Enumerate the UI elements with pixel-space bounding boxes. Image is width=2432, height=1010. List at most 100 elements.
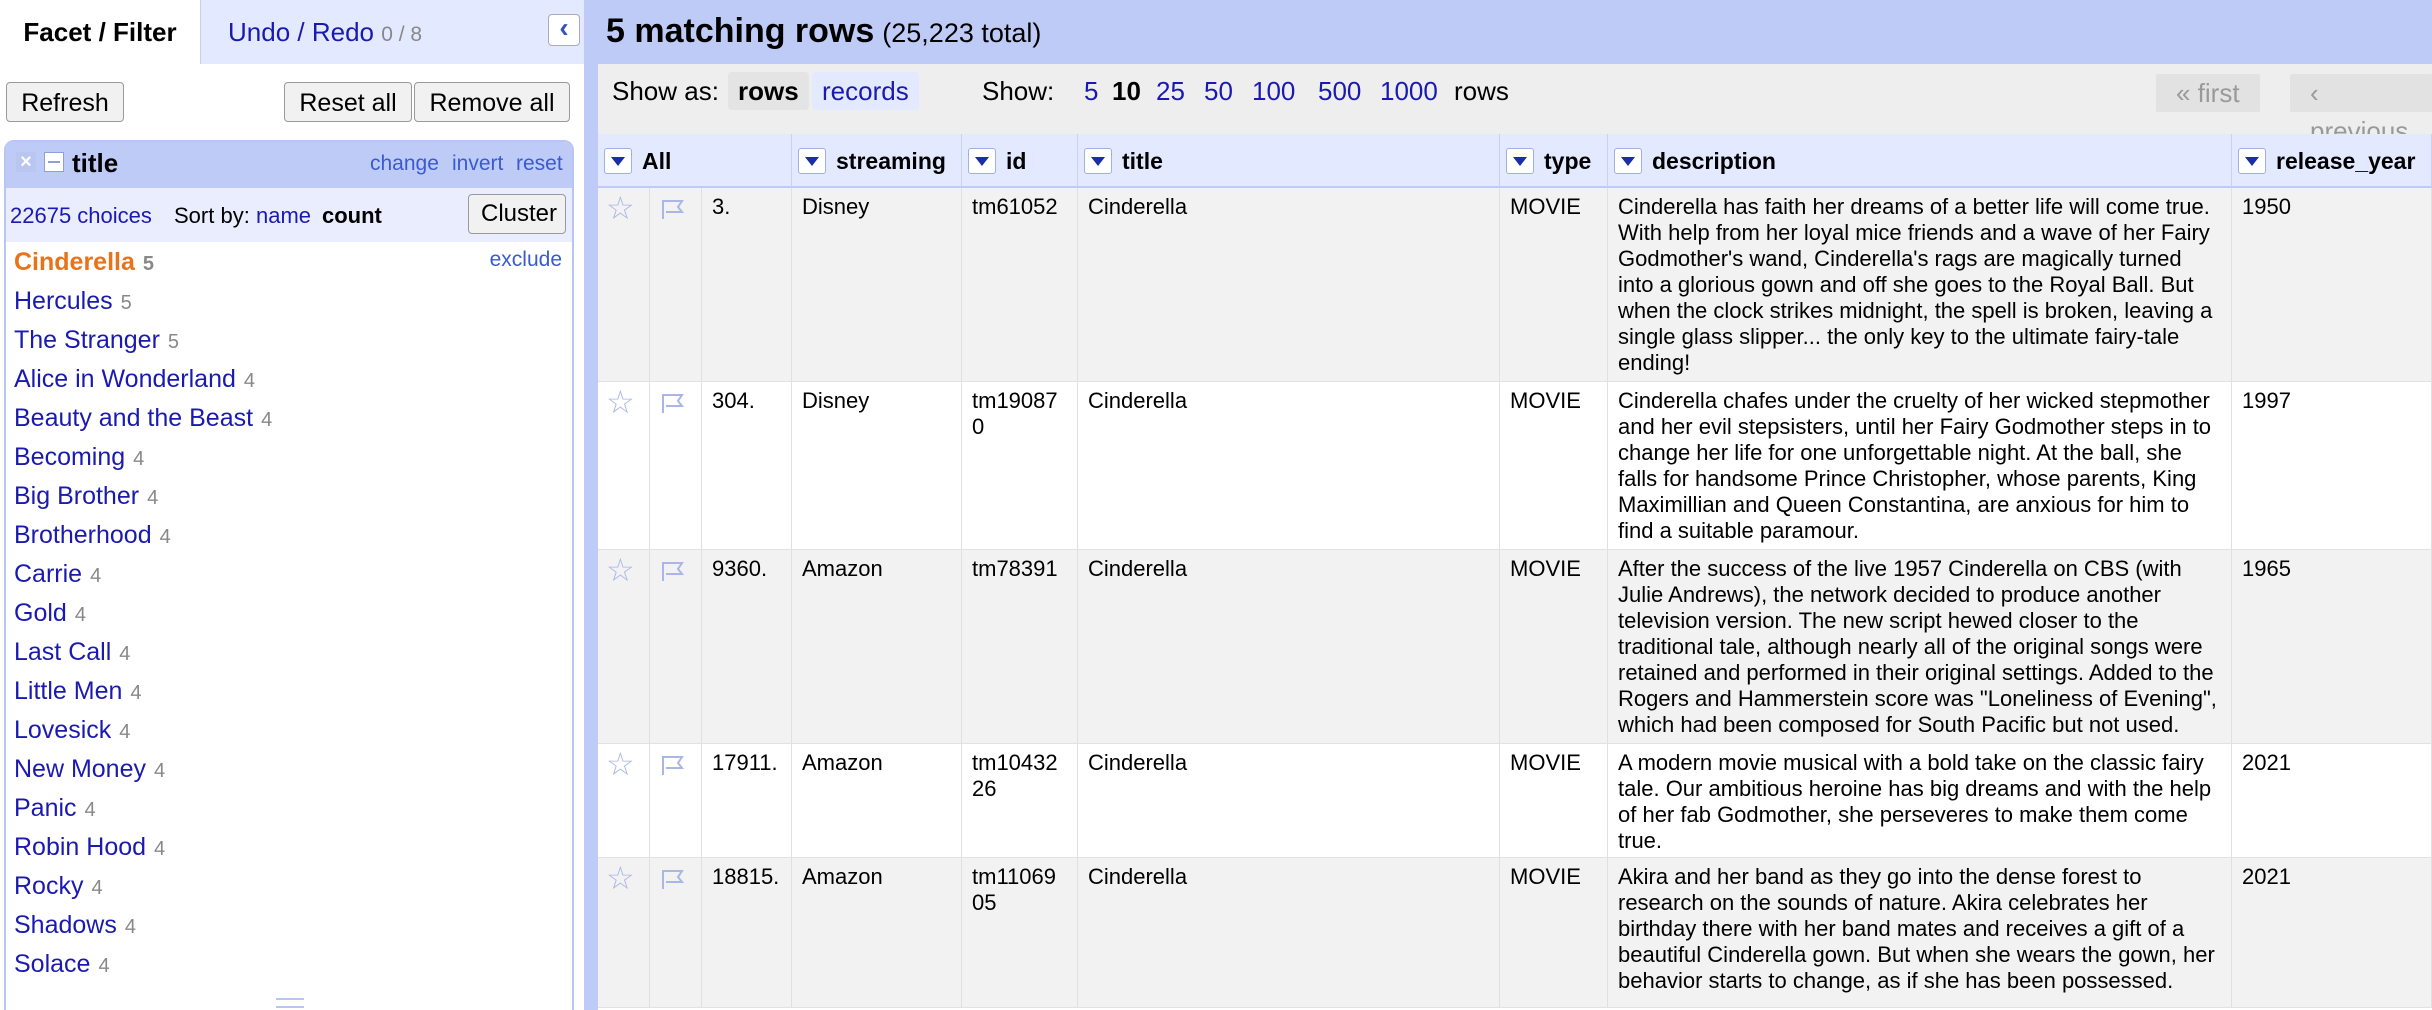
facet-change-link[interactable]: change — [370, 152, 439, 176]
page-size-5[interactable]: 5 — [1084, 76, 1098, 107]
cell-type[interactable]: MOVIE — [1500, 382, 1608, 549]
flag-icon[interactable] — [660, 198, 686, 220]
tab-facet-filter[interactable]: Facet / Filter — [0, 0, 201, 64]
facet-choice-label[interactable]: Panic 4 — [14, 794, 96, 823]
facet-choice[interactable]: Carrie 4 — [6, 554, 572, 593]
sort-by-name-link[interactable]: name — [256, 203, 311, 229]
cell-description[interactable]: Cinderella chafes under the cruelty of h… — [1608, 382, 2232, 549]
facet-choice[interactable]: Alice in Wonderland 4 — [6, 359, 572, 398]
facet-choice-label[interactable]: Big Brother 4 — [14, 482, 158, 511]
facet-choice-label[interactable]: Brotherhood 4 — [14, 521, 171, 550]
column-menu-dropdown-icon[interactable] — [1506, 148, 1534, 174]
cell-title[interactable]: Cinderella — [1078, 744, 1500, 857]
facet-choice[interactable]: Robin Hood 4 — [6, 827, 572, 866]
cell-streaming[interactable]: Disney — [792, 188, 962, 381]
cell-release-year[interactable]: 1997 — [2232, 382, 2432, 549]
facet-choice[interactable]: Solace 4 — [6, 944, 572, 983]
column-menu-dropdown-icon[interactable] — [1614, 148, 1642, 174]
facet-choice[interactable]: The Stranger 5 — [6, 320, 572, 359]
facet-choice-label[interactable]: Gold 4 — [14, 599, 86, 628]
cell-id[interactable]: tm61052 — [962, 188, 1078, 381]
column-menu-dropdown-icon[interactable] — [1084, 148, 1112, 174]
facet-choice-label[interactable]: Alice in Wonderland 4 — [14, 365, 255, 394]
column-menu-dropdown-icon[interactable] — [798, 148, 826, 174]
facet-choice[interactable]: Gold 4 — [6, 593, 572, 632]
star-icon[interactable]: ☆ — [606, 192, 635, 224]
flag-icon[interactable] — [660, 868, 686, 890]
page-size-1000[interactable]: 1000 — [1380, 76, 1438, 107]
cell-title[interactable]: Cinderella — [1078, 858, 1500, 1007]
facet-choice-label[interactable]: Solace 4 — [14, 950, 110, 979]
view-mode-rows[interactable]: rows — [728, 72, 809, 110]
facet-resize-handle[interactable] — [276, 998, 304, 1008]
page-size-10[interactable]: 10 — [1112, 76, 1141, 107]
facet-choice-label[interactable]: Hercules 5 — [14, 287, 132, 316]
facet-choice-label[interactable]: Shadows 4 — [14, 911, 136, 940]
column-menu-dropdown-icon[interactable] — [2238, 148, 2266, 174]
cell-streaming[interactable]: Amazon — [792, 858, 962, 1007]
facet-choice[interactable]: Brotherhood 4 — [6, 515, 572, 554]
reset-all-button[interactable]: Reset all — [284, 82, 412, 122]
cell-title[interactable]: Cinderella — [1078, 188, 1500, 381]
star-icon[interactable]: ☆ — [606, 862, 635, 894]
cell-description[interactable]: After the success of the live 1957 Cinde… — [1608, 550, 2232, 743]
star-icon[interactable]: ☆ — [606, 554, 635, 586]
cell-description[interactable]: Cinderella has faith her dreams of a bet… — [1608, 188, 2232, 381]
cell-id[interactable]: tm1043226 — [962, 744, 1078, 857]
cell-id[interactable]: tm1106905 — [962, 858, 1078, 1007]
close-facet-icon[interactable]: × — [16, 152, 36, 172]
cell-release-year[interactable]: 2021 — [2232, 744, 2432, 857]
facet-choice[interactable]: Last Call 4 — [6, 632, 572, 671]
facet-choice-label[interactable]: Becoming 4 — [14, 443, 144, 472]
cell-release-year[interactable]: 1965 — [2232, 550, 2432, 743]
facet-choice[interactable]: Beauty and the Beast 4 — [6, 398, 572, 437]
facet-choice-label[interactable]: Beauty and the Beast 4 — [14, 404, 272, 433]
cell-type[interactable]: MOVIE — [1500, 188, 1608, 381]
cell-id[interactable]: tm190870 — [962, 382, 1078, 549]
column-menu-dropdown-icon[interactable] — [968, 148, 996, 174]
page-size-100[interactable]: 100 — [1252, 76, 1295, 107]
column-menu-dropdown-icon[interactable] — [604, 148, 632, 174]
page-size-50[interactable]: 50 — [1204, 76, 1233, 107]
minimize-facet-icon[interactable] — [44, 152, 64, 172]
exclude-link[interactable]: exclude — [490, 248, 562, 272]
star-icon[interactable]: ☆ — [606, 386, 635, 418]
choices-count-link[interactable]: 22675 choices — [10, 203, 152, 229]
flag-icon[interactable] — [660, 392, 686, 414]
cell-description[interactable]: A modern movie musical with a bold take … — [1608, 744, 2232, 857]
page-size-500[interactable]: 500 — [1318, 76, 1361, 107]
flag-icon[interactable] — [660, 754, 686, 776]
collapse-panel-icon[interactable]: ‹ — [548, 14, 580, 46]
facet-choice-label[interactable]: Rocky 4 — [14, 872, 103, 901]
facet-choice-label[interactable]: Cinderella 5 — [14, 248, 154, 277]
facet-invert-link[interactable]: invert — [452, 152, 503, 176]
cell-title[interactable]: Cinderella — [1078, 550, 1500, 743]
facet-choice[interactable]: Hercules 5 — [6, 281, 572, 320]
facet-choice-label[interactable]: New Money 4 — [14, 755, 165, 784]
facet-choice[interactable]: Lovesick 4 — [6, 710, 572, 749]
facet-reset-link[interactable]: reset — [516, 152, 563, 176]
facet-choice[interactable]: Shadows 4 — [6, 905, 572, 944]
facet-choice-label[interactable]: The Stranger 5 — [14, 326, 179, 355]
page-size-25[interactable]: 25 — [1156, 76, 1185, 107]
tab-undo-redo[interactable]: Undo / Redo 0 / 8 — [228, 0, 422, 64]
previous-page-button[interactable]: ‹ previous — [2290, 74, 2432, 146]
cell-type[interactable]: MOVIE — [1500, 550, 1608, 743]
cell-streaming[interactable]: Amazon — [792, 744, 962, 857]
facet-choice[interactable]: Little Men 4 — [6, 671, 572, 710]
cell-release-year[interactable]: 1950 — [2232, 188, 2432, 381]
cell-type[interactable]: MOVIE — [1500, 744, 1608, 857]
flag-icon[interactable] — [660, 560, 686, 582]
cell-streaming[interactable]: Amazon — [792, 550, 962, 743]
facet-choice[interactable]: Panic 4 — [6, 788, 572, 827]
cell-release-year[interactable]: 2021 — [2232, 858, 2432, 1007]
cell-streaming[interactable]: Disney — [792, 382, 962, 549]
cell-type[interactable]: MOVIE — [1500, 858, 1608, 1007]
facet-choice[interactable]: Becoming 4 — [6, 437, 572, 476]
view-mode-records[interactable]: records — [812, 72, 919, 110]
remove-all-button[interactable]: Remove all — [414, 82, 570, 122]
cell-id[interactable]: tm78391 — [962, 550, 1078, 743]
facet-choice[interactable]: New Money 4 — [6, 749, 572, 788]
facet-choice-label[interactable]: Carrie 4 — [14, 560, 101, 589]
facet-choice[interactable]: Cinderella 5 exclude — [6, 242, 572, 281]
